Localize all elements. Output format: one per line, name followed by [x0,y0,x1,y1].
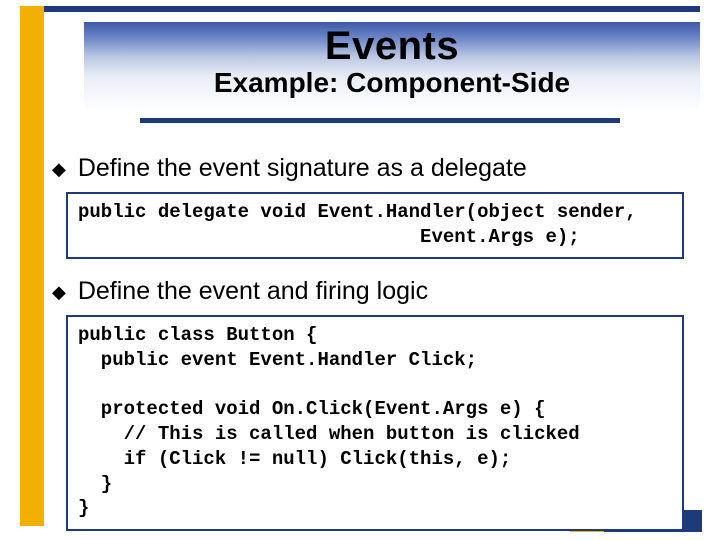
bullet-text: Define the event signature as a delegate [78,154,527,183]
code-block-delegate: public delegate void Event.Handler(objec… [66,192,684,259]
content-area: ◆ Define the event signature as a delega… [52,150,692,531]
bullet-text: Define the event and firing logic [78,277,428,306]
code-block-class: public class Button { public event Event… [66,315,684,531]
bullet-item: ◆ Define the event and firing logic [52,277,692,307]
left-accent-bar [20,6,44,526]
slide-subtitle: Example: Component-Side [84,67,700,99]
bullet-icon: ◆ [52,154,66,184]
slide: Events Example: Component-Side ◆ Define … [0,0,720,540]
title-block: Events Example: Component-Side [84,22,700,112]
slide-title: Events [84,22,700,69]
subtitle-underline [140,118,620,123]
bullet-item: ◆ Define the event signature as a delega… [52,154,692,184]
top-accent-bar [20,6,700,12]
bullet-icon: ◆ [52,277,66,307]
